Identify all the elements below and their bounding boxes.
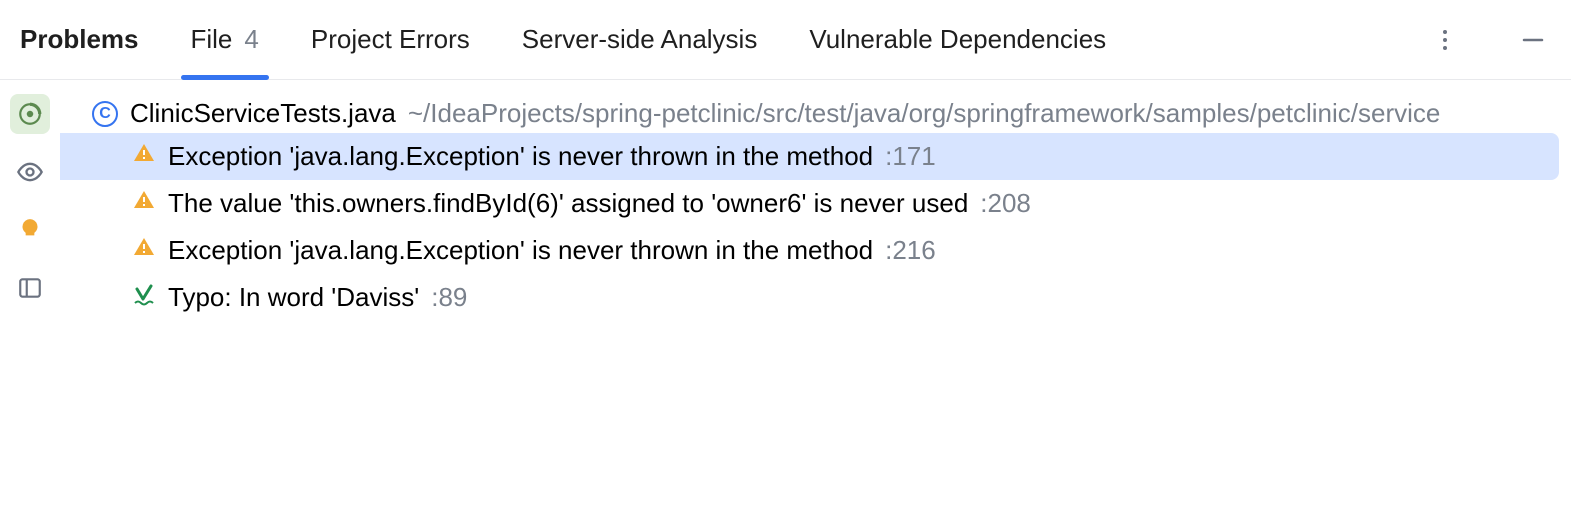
open-editor-icon[interactable] bbox=[10, 268, 50, 308]
problems-list: C ClinicServiceTests.java ~/IdeaProjects… bbox=[60, 80, 1571, 525]
intention-bulb-icon[interactable] bbox=[10, 210, 50, 250]
problem-text: The value 'this.owners.findById(6)' assi… bbox=[168, 188, 968, 219]
problem-line: :216 bbox=[885, 235, 936, 266]
tab-label: Problems bbox=[20, 24, 139, 55]
tab-label: Vulnerable Dependencies bbox=[809, 24, 1106, 55]
problem-row[interactable]: Exception 'java.lang.Exception' is never… bbox=[60, 133, 1559, 180]
warning-icon bbox=[132, 235, 156, 266]
tab-count: 4 bbox=[244, 24, 258, 55]
warning-icon bbox=[132, 141, 156, 172]
class-icon: C bbox=[92, 101, 118, 127]
file-header-row[interactable]: C ClinicServiceTests.java ~/IdeaProjects… bbox=[60, 94, 1571, 133]
tab-label: File bbox=[191, 24, 233, 55]
tab-vulnerable-dependencies[interactable]: Vulnerable Dependencies bbox=[809, 0, 1106, 79]
tab-problems[interactable]: Problems bbox=[20, 0, 139, 79]
file-name: ClinicServiceTests.java bbox=[130, 98, 396, 129]
warning-icon bbox=[132, 188, 156, 219]
tab-file[interactable]: File 4 bbox=[191, 0, 259, 79]
preview-icon[interactable] bbox=[10, 152, 50, 192]
tab-server-side-analysis[interactable]: Server-side Analysis bbox=[522, 0, 758, 79]
problems-tabbar: Problems File 4 Project Errors Server-si… bbox=[0, 0, 1571, 80]
file-path: ~/IdeaProjects/spring-petclinic/src/test… bbox=[408, 98, 1440, 129]
problem-row[interactable]: Exception 'java.lang.Exception' is never… bbox=[60, 227, 1571, 274]
problem-line: :89 bbox=[431, 282, 467, 313]
problem-text: Typo: In word 'Daviss' bbox=[168, 282, 419, 313]
tab-project-errors[interactable]: Project Errors bbox=[311, 0, 470, 79]
problem-row[interactable]: The value 'this.owners.findById(6)' assi… bbox=[60, 180, 1571, 227]
left-gutter bbox=[0, 80, 60, 525]
tab-label: Server-side Analysis bbox=[522, 24, 758, 55]
tab-label: Project Errors bbox=[311, 24, 470, 55]
minimize-icon[interactable] bbox=[1515, 22, 1551, 58]
highlight-scope-icon[interactable] bbox=[10, 94, 50, 134]
problem-text: Exception 'java.lang.Exception' is never… bbox=[168, 235, 873, 266]
problem-row[interactable]: Typo: In word 'Daviss' :89 bbox=[60, 274, 1571, 321]
problem-line: :208 bbox=[980, 188, 1031, 219]
problem-line: :171 bbox=[885, 141, 936, 172]
more-icon[interactable] bbox=[1427, 22, 1463, 58]
problem-text: Exception 'java.lang.Exception' is never… bbox=[168, 141, 873, 172]
typo-icon bbox=[132, 282, 156, 313]
